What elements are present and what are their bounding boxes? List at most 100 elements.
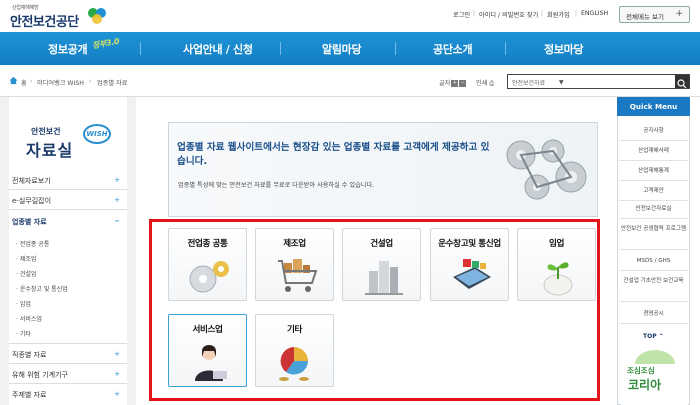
category-card-common[interactable]: 전업종 공통: [168, 228, 247, 301]
side-nav-label: 주제별 자료: [12, 391, 47, 399]
side-nav-label: 업종별 자료: [12, 218, 47, 226]
category-card-forestry[interactable]: 임업: [517, 228, 596, 301]
quick-menu-item[interactable]: 안전보건자료실: [619, 200, 688, 219]
chevron-right-icon: ›: [89, 78, 92, 85]
nav-item-info[interactable]: 정보마당: [544, 41, 584, 57]
nav-divider: [140, 42, 141, 55]
side-nav-item-all[interactable]: 전체자료보기 +: [12, 176, 124, 186]
category-card-construction[interactable]: 건설업: [342, 228, 421, 301]
font-size-control: 글자 + −: [439, 78, 467, 87]
category-card-service[interactable]: 서비스업: [168, 314, 247, 387]
category-label: 전업종 공통: [187, 239, 228, 249]
gears-icon: [189, 261, 229, 293]
util-separator: |: [541, 10, 544, 17]
nav-item-about[interactable]: 공단소개: [433, 41, 473, 57]
english-link[interactable]: ENGLISH: [581, 10, 608, 17]
intro-banner: 업종별 자료 웹사이트에서는 현장감 있는 업종별 자료를 고객에게 제공하고 …: [168, 122, 598, 217]
chevron-up-icon: ⌃: [658, 333, 664, 340]
plus-icon: +: [114, 390, 120, 398]
category-label: 운수창고및 통신업: [438, 239, 501, 249]
side-nav-sub-label: 전업종 공통: [19, 241, 50, 248]
top-bar: 산업재해예방 안전보건공단 로그인 | 아이디 / 비밀번호 찾기 | 회원가입…: [0, 0, 700, 32]
font-increase-button[interactable]: +: [451, 79, 459, 87]
font-size-label: 글자: [439, 80, 451, 87]
breadcrumb-wish[interactable]: 미디어뱅크 WISH: [37, 78, 84, 87]
campaign-banner[interactable]: 조심조심 코리아: [621, 350, 688, 405]
quick-menu-item[interactable]: 고객제안: [619, 182, 688, 201]
top-button[interactable]: TOP ⌃: [643, 333, 664, 340]
page: 산업재해예방 안전보건공단 로그인 | 아이디 / 비밀번호 찾기 | 회원가입…: [0, 0, 700, 405]
print-label: 인쇄: [476, 80, 488, 87]
side-nav-sub-construction[interactable]: · 건설업: [16, 269, 36, 278]
logo[interactable]: 산업재해예방 안전보건공단: [8, 4, 118, 30]
util-separator: |: [473, 10, 476, 17]
side-nav-sub-manufacturing[interactable]: · 제조업: [16, 254, 36, 263]
signup-link[interactable]: 회원가입: [547, 10, 570, 19]
quick-menu-item[interactable]: 경영공시: [619, 305, 688, 324]
divider: [9, 343, 127, 344]
side-nav-label: 직종별 자료: [12, 351, 47, 359]
side-nav-sub-label: 운수창고 및 통신업: [19, 286, 68, 293]
quick-menu-item[interactable]: 산업재해통계: [619, 162, 688, 181]
side-nav-item-topic[interactable]: 주제별 자료 +: [12, 390, 124, 400]
campaign-line2: 코리아: [628, 378, 662, 392]
font-decrease-button[interactable]: −: [459, 79, 467, 87]
pie-chart-icon: [279, 347, 309, 381]
nav-item-info-disclosure[interactable]: 정부3.0 정보공개: [48, 37, 120, 57]
sun-icon: [635, 350, 675, 364]
breadcrumb-home[interactable]: 홈: [21, 78, 27, 87]
side-nav-sub-label: 서비스업: [19, 316, 42, 323]
quick-menu-item[interactable]: 건설업 기초안전 보건교육: [619, 272, 688, 302]
all-menu-button[interactable]: 전체메뉴 보기 +: [619, 6, 690, 23]
side-nav-item-industry[interactable]: 업종별 자료 −: [12, 217, 124, 227]
shopping-cart-icon: [278, 259, 318, 292]
side-nav-subtitle: 안전보건: [31, 127, 61, 136]
banner-description: 업종별 특성에 맞는 안전보건 자료를 무료로 다운받아 사용하실 수 있습니다…: [178, 182, 375, 189]
home-icon[interactable]: [9, 76, 18, 85]
find-id-link[interactable]: 아이디 / 비밀번호 찾기: [479, 10, 538, 19]
side-nav-sub-service[interactable]: · 서비스업: [16, 314, 42, 323]
login-link[interactable]: 로그인: [453, 10, 470, 19]
sprout-icon: [543, 262, 573, 296]
print-button[interactable]: 인쇄 ⎙: [476, 78, 494, 88]
category-label: 건설업: [370, 239, 393, 249]
search-input[interactable]: 안전보건자료: [512, 78, 545, 87]
side-nav-label: 유해 위험 기계기구: [12, 371, 68, 379]
nav-divider: [395, 42, 396, 55]
nav-item-business[interactable]: 사업안내 / 신청: [183, 41, 253, 57]
search-button[interactable]: [675, 75, 689, 89]
buildings-icon: [365, 261, 403, 295]
minus-icon: −: [114, 217, 120, 225]
search-box[interactable]: 안전보건자료 ▼: [507, 74, 690, 89]
quick-menu-title: Quick Menu: [617, 97, 690, 116]
side-nav-sub-etc[interactable]: · 기타: [16, 329, 31, 338]
category-card-manufacturing[interactable]: 제조업: [255, 228, 334, 301]
all-menu-label: 전체메뉴 보기: [626, 13, 664, 21]
logo-title: 안전보건공단: [10, 15, 79, 30]
side-nav-sub-label: 임업: [19, 301, 31, 308]
chevron-right-icon: ›: [30, 78, 33, 85]
side-nav-item-job[interactable]: 직종별 자료 +: [12, 350, 124, 360]
plus-icon: +: [114, 196, 120, 204]
gears-illustration: [506, 139, 587, 200]
side-nav-item-machinery[interactable]: 유해 위험 기계기구 +: [12, 370, 124, 380]
category-label: 임업: [548, 239, 564, 249]
nav-label: 정보공개: [48, 43, 88, 56]
campaign-line1: 조심조심: [627, 366, 655, 375]
quick-menu-item[interactable]: MSDS / GHS: [619, 252, 688, 271]
side-nav-sub-transport[interactable]: · 운수창고 및 통신업: [16, 284, 68, 293]
category-card-etc[interactable]: 기타: [255, 314, 334, 387]
quick-menu-item[interactable]: 안전보건 공생협력 프로그램: [619, 220, 688, 250]
side-nav-sub-label: 건설업: [19, 271, 37, 278]
side-nav-sub-forestry[interactable]: · 임업: [16, 299, 31, 308]
quick-menu-item[interactable]: 산업재해사례: [619, 142, 688, 161]
side-nav-sub-label: 제조업: [19, 256, 37, 263]
category-card-transport[interactable]: 운수창고및 통신업: [430, 228, 509, 301]
side-nav-title: 자료실: [26, 141, 74, 160]
nav-item-notice[interactable]: 알림마당: [322, 41, 362, 57]
side-nav-sub-common[interactable]: · 전업종 공통: [16, 239, 49, 248]
wish-badge: WISH: [83, 124, 111, 144]
dropdown-arrow-icon[interactable]: ▼: [559, 79, 564, 86]
quick-menu-item[interactable]: 공지사항: [619, 122, 688, 141]
side-nav-item-eguide[interactable]: e-실무길잡이 +: [12, 196, 124, 206]
